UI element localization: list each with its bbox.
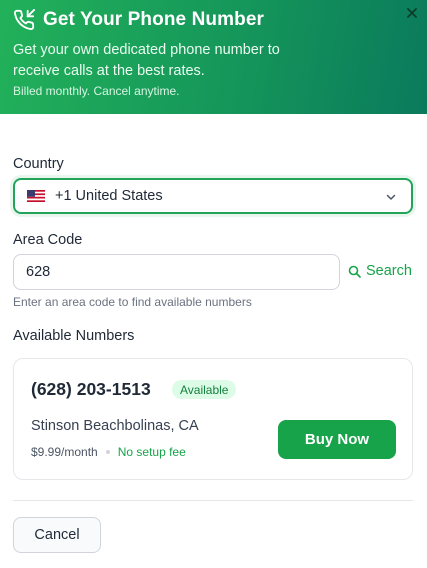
- area-code-label: Area Code: [13, 232, 83, 248]
- billing-note: Billed monthly. Cancel anytime.: [13, 84, 180, 98]
- country-select[interactable]: +1 United States: [13, 178, 413, 214]
- dialog-subtitle: Get your own dedicated phone number to r…: [13, 42, 280, 79]
- number-location: Stinson Beachbolinas, CA: [31, 418, 199, 434]
- search-icon: [348, 265, 361, 278]
- country-label: Country: [13, 156, 64, 172]
- area-code-input[interactable]: [13, 254, 340, 290]
- header-title-row: Get Your Phone Number: [13, 9, 264, 31]
- number-card: (628) 203-1513 Available Stinson Beachbo…: [13, 358, 413, 480]
- buy-now-button[interactable]: Buy Now: [278, 420, 396, 459]
- phone-number: (628) 203-1513: [31, 379, 151, 399]
- separator-dot: [105, 450, 110, 454]
- monthly-price: $9.99/month: [31, 445, 98, 459]
- cancel-button[interactable]: Cancel: [13, 517, 101, 553]
- us-flag-icon: [27, 190, 45, 202]
- available-numbers-heading: Available Numbers: [13, 328, 135, 344]
- country-value: +1 United States: [55, 188, 163, 204]
- search-button[interactable]: Search: [348, 263, 412, 279]
- phone-incoming-icon: [13, 9, 35, 31]
- chevron-down-icon: [385, 191, 397, 203]
- footer-divider: [13, 500, 413, 501]
- search-label: Search: [366, 263, 412, 279]
- price-row: $9.99/month No setup fee: [31, 445, 186, 459]
- dialog-title: Get Your Phone Number: [43, 9, 264, 30]
- dialog-header: Get Your Phone Number Get your own dedic…: [0, 0, 427, 114]
- setup-fee-note: No setup fee: [117, 445, 186, 459]
- close-icon[interactable]: [405, 6, 419, 20]
- area-code-hint: Enter an area code to find available num…: [13, 295, 252, 309]
- status-badge: Available: [172, 380, 237, 399]
